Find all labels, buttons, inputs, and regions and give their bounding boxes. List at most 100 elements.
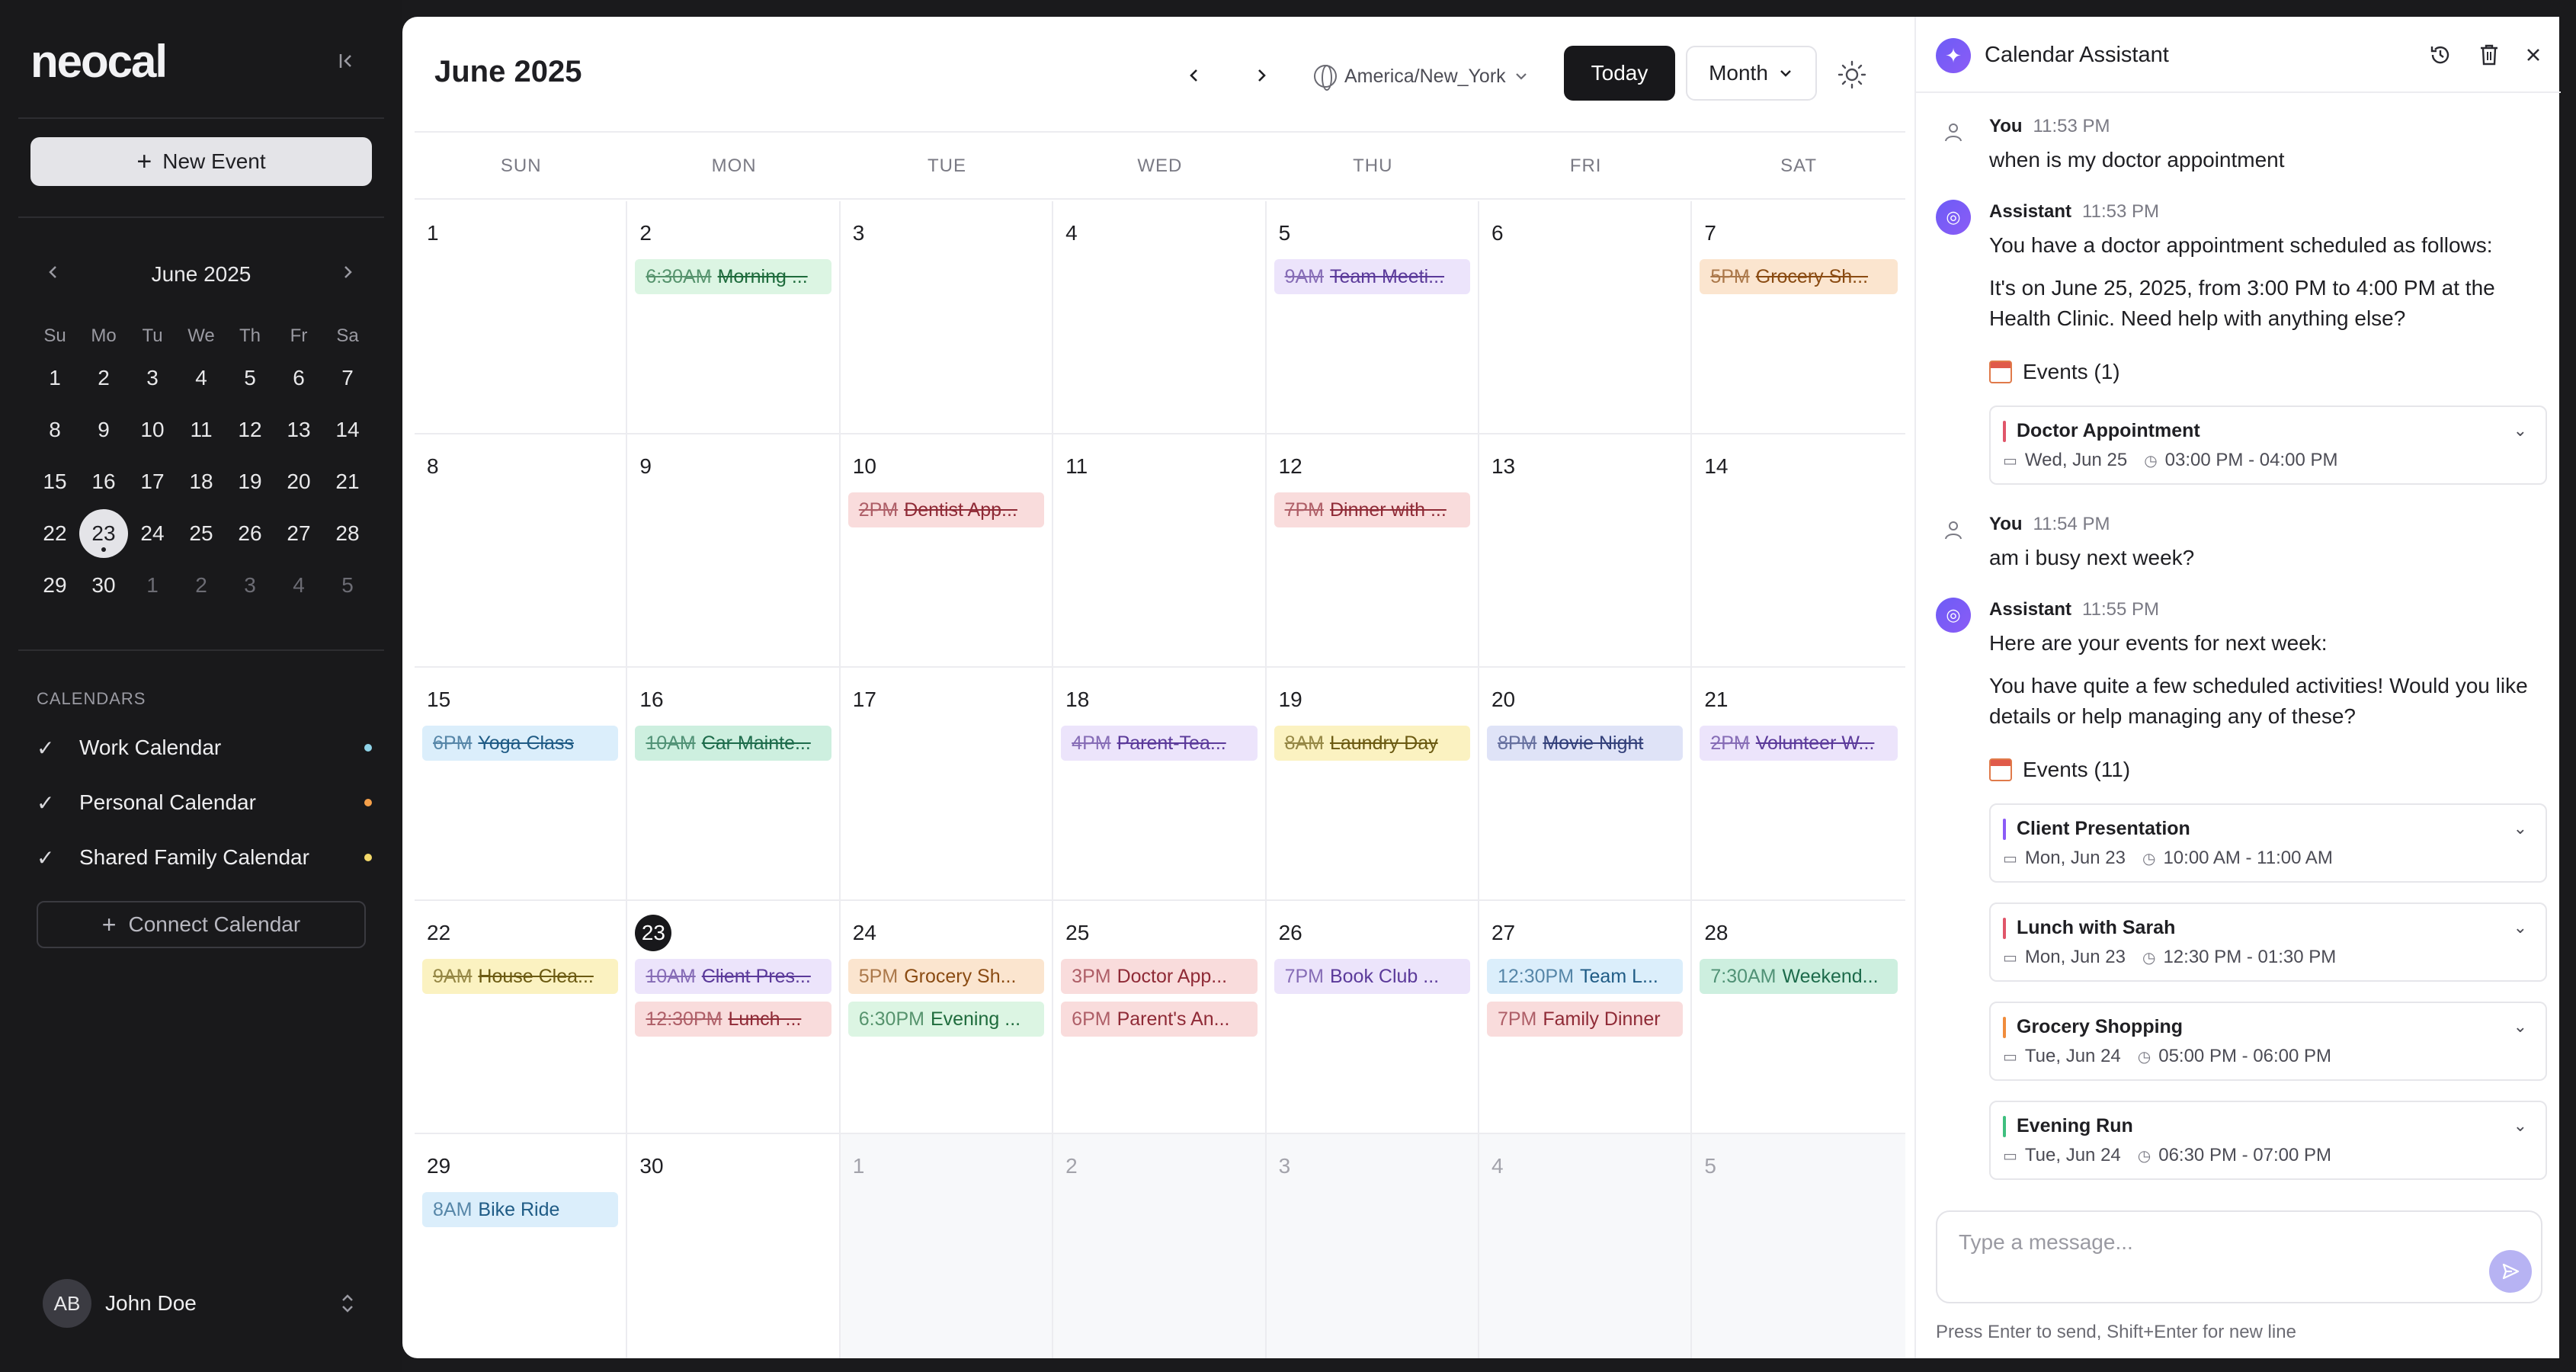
event-card[interactable]: Evening Run ⌄ ▭ Tue, Jun 24 ◷ 06:30 PM -… [1989, 1101, 2547, 1180]
new-event-button[interactable]: + New Event [30, 137, 372, 186]
mini-day[interactable]: 17 [128, 457, 177, 506]
mini-day[interactable]: 11 [177, 406, 226, 454]
event-chip[interactable]: 2PM Dentist App... [847, 492, 1045, 527]
calendar-item-work[interactable]: ✓ Work Calendar [37, 729, 372, 767]
view-select[interactable]: Month [1686, 46, 1817, 101]
theme-toggle-button[interactable] [1835, 58, 1869, 91]
day-cell[interactable]: 28 7:30AM Weekend... [1692, 901, 1905, 1133]
day-cell[interactable]: 1 [415, 201, 628, 433]
mini-day[interactable]: 16 [79, 457, 128, 506]
mini-day[interactable]: 25 [177, 509, 226, 558]
day-cell[interactable]: 27 12:30PM Team L... 7PM Family Dinner [1479, 901, 1693, 1133]
event-chip[interactable]: 3PM Doctor App... [1061, 959, 1258, 994]
event-chip[interactable]: 9AM House Clea... [422, 959, 619, 994]
day-cell[interactable]: 5 9AM Team Meeti... [1267, 201, 1479, 433]
day-cell[interactable]: 16 10AM Car Mainte... [627, 668, 841, 899]
prev-month-button[interactable] [1175, 56, 1213, 95]
calendar-item-family[interactable]: ✓ Shared Family Calendar [37, 838, 372, 877]
mini-day[interactable]: 6 [274, 354, 323, 402]
day-cell[interactable]: 18 4PM Parent-Tea... [1053, 668, 1267, 899]
mini-day[interactable]: 12 [226, 406, 274, 454]
mini-day[interactable]: 22 [30, 509, 79, 558]
event-chip[interactable]: 6PM Yoga Class [422, 726, 619, 761]
mini-day[interactable]: 4 [177, 354, 226, 402]
mini-day[interactable]: 7 [323, 354, 372, 402]
mini-day[interactable]: 24 [128, 509, 177, 558]
today-button[interactable]: Today [1564, 46, 1675, 101]
day-cell[interactable]: 14 [1692, 434, 1905, 666]
day-cell[interactable]: 25 3PM Doctor App... 6PM Parent's An... [1053, 901, 1267, 1133]
mini-day[interactable]: 20 [274, 457, 323, 506]
event-card[interactable]: Grocery Shopping ⌄ ▭ Tue, Jun 24 ◷ 05:00… [1989, 1002, 2547, 1081]
mini-day[interactable]: 1 [128, 561, 177, 610]
mini-day[interactable]: 3 [226, 561, 274, 610]
event-chip[interactable]: 10AM Client Pres... [635, 959, 831, 994]
event-chip[interactable]: 6PM Parent's An... [1061, 1002, 1258, 1037]
day-cell[interactable]: 13 [1479, 434, 1693, 666]
day-cell[interactable]: 21 2PM Volunteer W... [1692, 668, 1905, 899]
collapse-sidebar-button[interactable] [332, 46, 363, 76]
mini-prev-month-button[interactable] [44, 259, 62, 287]
mini-day[interactable]: 9 [79, 406, 128, 454]
send-button[interactable] [2489, 1250, 2532, 1293]
connect-calendar-button[interactable]: + Connect Calendar [37, 901, 366, 948]
day-cell[interactable]: 3 [841, 201, 1054, 433]
day-cell[interactable]: 2 [1053, 1134, 1267, 1358]
mini-day[interactable]: 5 [226, 354, 274, 402]
day-cell[interactable]: 15 6PM Yoga Class [415, 668, 628, 899]
day-cell[interactable]: 8 [415, 434, 628, 666]
next-month-button[interactable] [1242, 56, 1280, 95]
event-chip[interactable]: 7PM Dinner with ... [1274, 492, 1470, 527]
day-cell[interactable]: 2 6:30AM Morning ... [627, 201, 841, 433]
event-chip[interactable]: 6:30PM Evening ... [847, 1002, 1045, 1037]
event-chip[interactable]: 8AM Bike Ride [422, 1192, 619, 1227]
mini-day[interactable]: 14 [323, 406, 372, 454]
mini-day[interactable]: 2 [79, 354, 128, 402]
day-cell[interactable]: 12 7PM Dinner with ... [1267, 434, 1479, 666]
day-cell[interactable]: 3 [1266, 1134, 1479, 1358]
day-cell[interactable]: 26 7PM Book Club ... [1267, 901, 1479, 1133]
mini-day[interactable]: 23 [79, 509, 128, 558]
event-chip[interactable]: 5PM Grocery Sh... [1700, 259, 1898, 294]
event-chip[interactable]: 4PM Parent-Tea... [1061, 726, 1258, 761]
mini-day[interactable]: 5 [323, 561, 372, 610]
event-chip[interactable]: 8PM Movie Night [1486, 726, 1684, 761]
day-cell[interactable]: 1 [840, 1134, 1054, 1358]
mini-day[interactable]: 27 [274, 509, 323, 558]
mini-day[interactable]: 26 [226, 509, 274, 558]
mini-day[interactable]: 19 [226, 457, 274, 506]
event-card[interactable]: Lunch with Sarah ⌄ ▭ Mon, Jun 23 ◷ 12:30… [1989, 902, 2547, 982]
day-cell[interactable]: 29 8AM Bike Ride [415, 1134, 628, 1358]
day-cell[interactable]: 10 2PM Dentist App... [841, 434, 1054, 666]
event-chip[interactable]: 5PM Grocery Sh... [847, 959, 1045, 994]
event-chip[interactable]: 6:30AM Morning ... [635, 259, 831, 294]
day-cell[interactable]: 20 8PM Movie Night [1479, 668, 1693, 899]
clear-chat-button[interactable] [2474, 40, 2504, 70]
day-cell[interactable]: 19 8AM Laundry Day [1267, 668, 1479, 899]
mini-day[interactable]: 29 [30, 561, 79, 610]
day-cell[interactable]: 11 [1053, 434, 1267, 666]
event-chip[interactable]: 9AM Team Meeti... [1274, 259, 1470, 294]
event-chip[interactable]: 7PM Family Dinner [1486, 1002, 1684, 1037]
event-card[interactable]: Doctor Appointment ⌄ ▭ Wed, Jun 25 ◷ 03:… [1989, 406, 2547, 485]
message-input[interactable] [1959, 1227, 2446, 1258]
day-cell[interactable]: 17 [841, 668, 1054, 899]
mini-day[interactable]: 30 [79, 561, 128, 610]
event-chip[interactable]: 8AM Laundry Day [1274, 726, 1470, 761]
mini-day[interactable]: 3 [128, 354, 177, 402]
mini-day[interactable]: 28 [323, 509, 372, 558]
mini-day[interactable]: 18 [177, 457, 226, 506]
day-cell[interactable]: 22 9AM House Clea... [415, 901, 628, 1133]
event-chip[interactable]: 12:30PM Team L... [1486, 959, 1684, 994]
day-cell[interactable]: 23 10AM Client Pres... 12:30PM Lunch ... [627, 901, 841, 1133]
day-cell[interactable]: 7 5PM Grocery Sh... [1692, 201, 1905, 433]
mini-day[interactable]: 8 [30, 406, 79, 454]
mini-day[interactable]: 1 [30, 354, 79, 402]
event-chip[interactable]: 10AM Car Mainte... [635, 726, 831, 761]
mini-day[interactable]: 15 [30, 457, 79, 506]
day-cell[interactable]: 24 5PM Grocery Sh... 6:30PM Evening ... [841, 901, 1054, 1133]
mini-day[interactable]: 2 [177, 561, 226, 610]
history-button[interactable] [2425, 40, 2456, 70]
calendar-item-personal[interactable]: ✓ Personal Calendar [37, 784, 372, 822]
mini-day[interactable]: 4 [274, 561, 323, 610]
